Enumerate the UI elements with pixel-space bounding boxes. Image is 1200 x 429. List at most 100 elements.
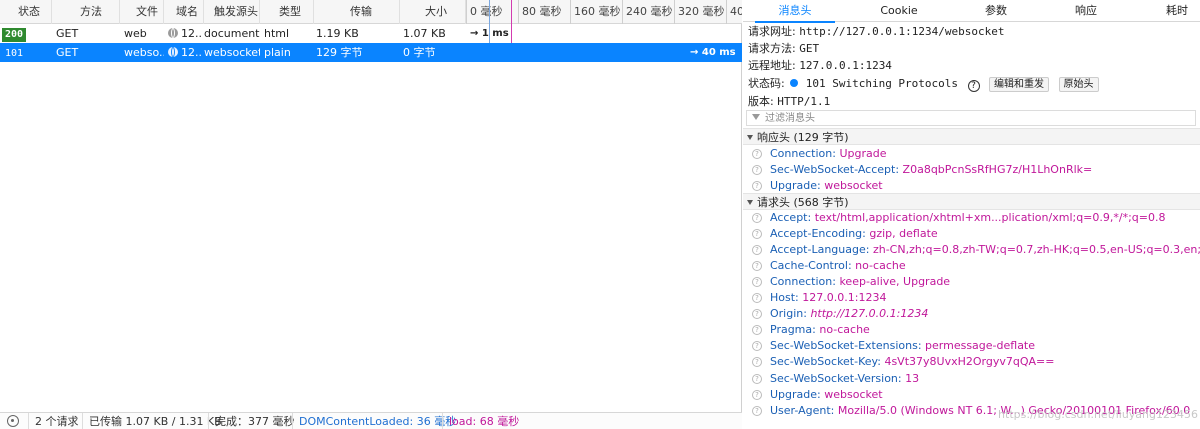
header-name: Sec-WebSocket-Key: 4sVt37y8UvxH2Orgyv7qQ… — [770, 355, 1055, 369]
header-value: 127.0.0.1:1234 — [802, 291, 887, 305]
header-row[interactable]: ? Upgrade: websocket — [743, 178, 1200, 194]
header-value: no-cache — [855, 259, 906, 273]
request-file: web — [124, 27, 147, 40]
header-row[interactable]: ? Host: 127.0.0.1:1234 — [743, 290, 1200, 306]
column-file[interactable]: 文件 — [120, 0, 164, 24]
help-icon[interactable]: ? — [752, 357, 762, 368]
timeline-tick: 80 毫秒 — [518, 0, 570, 24]
header-row[interactable]: ? Upgrade: websocket — [743, 387, 1200, 403]
header-row[interactable]: ? Cache-Control: no-cache — [743, 258, 1200, 274]
remote-address: 127.0.0.1:1234 — [799, 59, 892, 72]
header-row[interactable]: ? Sec-WebSocket-Version: 13 — [743, 371, 1200, 387]
header-row[interactable]: ? Sec-WebSocket-Extensions: permessage-de… — [743, 338, 1200, 354]
help-icon[interactable]: ? — [752, 277, 762, 288]
column-transferred[interactable]: 传输 — [314, 0, 400, 24]
table-row[interactable]: 200 GET web 12... document html 1.19 KB … — [0, 24, 742, 43]
tab-cookies[interactable]: Cookie — [847, 0, 951, 22]
help-icon[interactable]: ? — [752, 293, 762, 304]
details-panel: 消息头 Cookie 参数 响应 耗时 请求网址: http://127.0.0… — [743, 0, 1200, 429]
header-row[interactable]: ? Pragma: no-cache — [743, 322, 1200, 338]
request-cause: websocket — [204, 46, 260, 59]
header-name: Origin: http://127.0.0.1:1234 — [770, 307, 929, 321]
header-value: gzip, deflate — [869, 227, 938, 241]
header-row[interactable]: ? Accept-Language: zh-CN,zh;q=0.8,zh-TW;q… — [743, 242, 1200, 258]
header-row[interactable]: ? Sec-WebSocket-Key: 4sVt37y8UvxH2Orgyv7q… — [743, 354, 1200, 370]
request-size: 0 字节 — [403, 46, 436, 59]
raw-headers-button[interactable]: 原始头 — [1058, 77, 1099, 92]
help-icon[interactable]: ? — [752, 389, 762, 400]
header-name: Upgrade: websocket — [770, 387, 883, 401]
header-value: http://127.0.0.1:1234 — [810, 307, 929, 321]
help-icon[interactable]: ? — [752, 165, 762, 175]
request-method-line: 请求方法: GET — [748, 42, 820, 55]
column-size[interactable]: 大小 — [400, 0, 466, 24]
filter-icon — [752, 114, 760, 120]
request-domain: 12... — [181, 27, 202, 40]
details-tabs: 消息头 Cookie 参数 响应 耗时 — [743, 0, 1200, 23]
request-type: html — [264, 27, 290, 40]
column-type[interactable]: 类型 — [260, 0, 314, 24]
request-headers-section[interactable]: 请求头 (568 字节) — [743, 193, 1200, 210]
header-row[interactable]: ? Connection: keep-alive, Upgrade — [743, 274, 1200, 290]
help-icon[interactable]: ? — [752, 341, 762, 352]
header-name: Accept-Encoding: gzip, deflate — [770, 227, 938, 241]
help-icon[interactable]: ? — [752, 213, 762, 223]
header-name: Connection: keep-alive, Upgrade — [770, 275, 951, 289]
header-row[interactable]: ? Connection: Upgrade — [743, 146, 1200, 162]
help-icon[interactable]: ? — [967, 80, 980, 92]
request-url: http://127.0.0.1:1234/websocket — [799, 25, 1005, 38]
edit-resend-button[interactable]: 编辑和重发 — [989, 77, 1050, 92]
header-row[interactable]: ? Accept-Encoding: gzip, deflate — [743, 226, 1200, 242]
request-timing: → 1 ms — [470, 28, 509, 39]
request-method-value: GET — [799, 42, 820, 55]
globe-icon — [168, 28, 178, 38]
help-icon[interactable]: ? — [752, 149, 762, 159]
header-row[interactable]: ? Accept: text/html,application/xhtml+xm.… — [743, 210, 1200, 226]
column-cause[interactable]: 触发源头 — [204, 0, 260, 24]
request-cause: document — [204, 27, 260, 40]
tab-response[interactable]: 响应 — [1041, 0, 1131, 22]
header-name: Sec-WebSocket-Extensions: permessage-def… — [770, 339, 1036, 353]
timeline-tick: 320 毫秒 — [674, 0, 726, 24]
request-file: webso... — [124, 46, 164, 59]
table-row[interactable]: 101 GET webso... 12... websocket plain 1… — [0, 43, 742, 62]
header-row[interactable]: ? Sec-WebSocket-Accept: Z0a8qbPcnSsRfHG7z… — [743, 162, 1200, 178]
help-icon[interactable]: ? — [752, 181, 762, 191]
finish-time: 完成：377 毫秒 — [208, 413, 295, 429]
request-method: GET — [56, 27, 79, 40]
header-value: 13 — [905, 371, 920, 385]
column-status[interactable]: 状态 — [0, 0, 52, 24]
help-icon[interactable]: ? — [752, 309, 762, 320]
header-row[interactable]: ? Origin: http://127.0.0.1:1234 — [743, 306, 1200, 322]
transferred-total: 已传输 1.07 KB / 1.31 KB — [82, 413, 222, 429]
request-domain: 12... — [181, 46, 202, 59]
tab-headers[interactable]: 消息头 — [743, 0, 847, 23]
help-icon[interactable]: ? — [752, 373, 762, 384]
request-transferred: 1.19 KB — [316, 27, 359, 40]
help-icon[interactable]: ? — [752, 245, 762, 256]
column-domain[interactable]: 域名 — [164, 0, 204, 24]
help-icon[interactable]: ? — [752, 325, 762, 336]
request-size: 1.07 KB — [403, 27, 446, 40]
column-method[interactable]: 方法 — [52, 0, 120, 24]
response-headers-section[interactable]: 响应头 (129 字节) — [743, 128, 1200, 145]
filter-headers-input[interactable]: 过滤消息头 — [746, 110, 1196, 126]
help-icon[interactable]: ? — [752, 229, 762, 240]
tab-params[interactable]: 参数 — [951, 0, 1041, 22]
status-badge: 200 — [2, 28, 27, 42]
help-icon[interactable]: ? — [752, 405, 762, 416]
globe-icon — [168, 47, 178, 57]
header-value: zh-CN,zh;q=0.8,zh-TW;q=0.7,zh-HK;q=0.5,e… — [872, 243, 1200, 257]
header-value: websocket — [824, 387, 883, 401]
header-name: Sec-WebSocket-Version: 13 — [770, 371, 920, 385]
tab-timings[interactable]: 耗时 — [1131, 0, 1200, 22]
remote-address-line: 远程地址: 127.0.0.1:1234 — [748, 59, 892, 72]
help-icon[interactable]: ? — [752, 261, 762, 272]
request-list: 状态 方法 文件 域名 触发源头 类型 传输 大小 0 毫秒 80 毫秒 160… — [0, 0, 742, 429]
status-code-line: 状态码: 101 Switching Protocols ? 编辑和重发 原始头 — [748, 74, 1099, 93]
chevron-down-icon — [747, 135, 753, 140]
request-url-line: 请求网址: http://127.0.0.1:1234/websocket — [748, 25, 1005, 38]
performance-icon[interactable] — [7, 415, 19, 427]
dom-content-loaded-time: DOMContentLoaded: 36 毫秒 — [292, 413, 456, 429]
watermark: https://blog.csdn.net/liuyang123456 — [998, 408, 1198, 421]
